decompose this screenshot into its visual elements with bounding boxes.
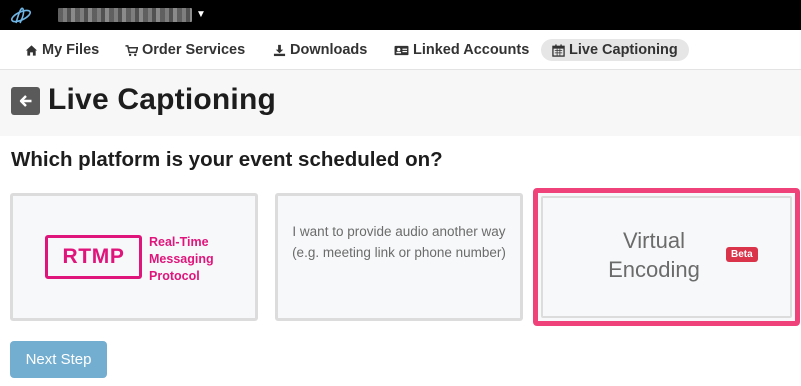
rtmp-description: Real-Time Messaging Protocol: [149, 235, 214, 283]
id-card-icon: [394, 45, 409, 55]
next-step-button[interactable]: Next Step: [10, 341, 107, 378]
nav-item-label: Live Captioning: [569, 42, 678, 58]
option-card-virtual-encoding[interactable]: Virtual Encoding Beta: [533, 188, 800, 326]
beta-badge: Beta: [726, 247, 758, 262]
page-title: Live Captioning: [48, 83, 276, 116]
back-button[interactable]: [11, 87, 40, 115]
nav-item-label: My Files: [42, 42, 100, 58]
nav-item-order-services[interactable]: Order Services: [114, 39, 256, 61]
arrow-left-icon: [19, 95, 31, 107]
option-card-other-audio[interactable]: I want to provide audio another way (e.g…: [275, 193, 523, 321]
nav-item-linked-accounts[interactable]: Linked Accounts: [383, 39, 540, 61]
option-card-rtmp[interactable]: RTMP Real-Time Messaging Protocol: [10, 193, 258, 321]
rtmp-logo: RTMP: [45, 235, 142, 279]
cart-icon: [125, 44, 138, 56]
home-icon: [25, 44, 38, 56]
atom-logo-icon[interactable]: [8, 3, 34, 27]
calendar-icon: [552, 43, 565, 57]
main-nav: My Files Order Services Downloads Linked…: [0, 30, 801, 70]
top-bar: ▼: [0, 0, 801, 30]
nav-item-live-captioning[interactable]: Live Captioning: [541, 39, 689, 61]
virtual-encoding-label: Virtual Encoding: [608, 228, 700, 282]
platform-question: Which platform is your event scheduled o…: [11, 148, 443, 171]
download-icon: [273, 44, 286, 56]
other-audio-description: I want to provide audio another way (e.g…: [292, 224, 506, 260]
nav-item-downloads[interactable]: Downloads: [262, 39, 378, 61]
caret-down-icon[interactable]: ▼: [196, 8, 206, 22]
account-name-redacted[interactable]: [58, 8, 192, 22]
nav-item-label: Downloads: [290, 42, 368, 58]
nav-item-my-files[interactable]: My Files: [14, 39, 110, 61]
nav-item-label: Linked Accounts: [413, 42, 530, 58]
nav-item-label: Order Services: [142, 42, 246, 58]
